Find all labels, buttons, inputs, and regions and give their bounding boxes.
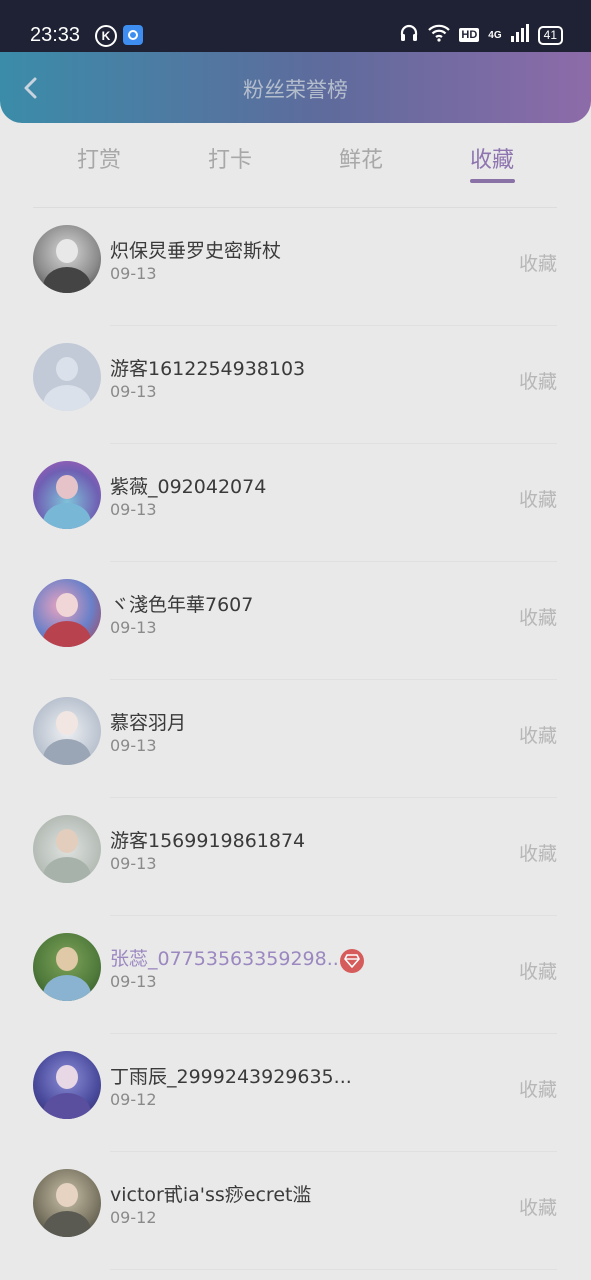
favorite-label: 收藏 bbox=[518, 843, 557, 865]
favorite-label: 收藏 bbox=[518, 607, 557, 629]
fan-date: 09-13 bbox=[110, 264, 157, 283]
fan-name: 游客1612254938103 bbox=[110, 358, 306, 380]
fan-date: 09-13 bbox=[110, 500, 157, 519]
favorite-label: 收藏 bbox=[518, 961, 557, 983]
blue-app-icon bbox=[123, 25, 143, 45]
tab-checkin[interactable]: 打卡 bbox=[208, 142, 252, 174]
avatar bbox=[33, 343, 101, 411]
fan-name: ヾ淺色年華7607 bbox=[110, 594, 254, 616]
fan-name: 慕容羽月 bbox=[110, 712, 187, 734]
list-item[interactable]: 丁雨辰_2999243929635... 09-12 收藏 bbox=[0, 1034, 591, 1152]
fan-date: 09-13 bbox=[110, 854, 157, 873]
fan-name: 游客1569919861874 bbox=[110, 830, 306, 852]
vip-diamond-icon bbox=[340, 949, 364, 973]
fan-name: 张蕊_07753563359298... bbox=[110, 948, 345, 970]
fan-name: 紫薇_092042074 bbox=[110, 476, 267, 498]
favorite-label: 收藏 bbox=[518, 253, 557, 275]
fan-date: 09-13 bbox=[110, 736, 157, 755]
divider bbox=[110, 1269, 557, 1270]
status-time: 23:33 bbox=[30, 24, 81, 46]
avatar bbox=[33, 579, 101, 647]
fan-date: 09-12 bbox=[110, 1090, 157, 1109]
favorite-label: 收藏 bbox=[518, 1197, 557, 1219]
fan-date: 09-13 bbox=[110, 972, 157, 991]
fan-date: 09-13 bbox=[110, 618, 157, 637]
list-item[interactable]: 游客1569919861874 09-13 收藏 bbox=[0, 798, 591, 916]
fan-date: 09-13 bbox=[110, 382, 157, 401]
wifi-icon bbox=[428, 24, 451, 46]
battery-indicator: 41 bbox=[537, 25, 563, 45]
hd-badge: HD bbox=[459, 28, 480, 42]
list-item[interactable]: 炽保炅垂罗史密斯杖 09-13 收藏 bbox=[0, 208, 591, 326]
fan-name: 丁雨辰_2999243929635... bbox=[110, 1066, 352, 1088]
favorite-label: 收藏 bbox=[518, 371, 557, 393]
list-item[interactable]: ヾ淺色年華7607 09-13 收藏 bbox=[0, 562, 591, 680]
avatar bbox=[33, 697, 101, 765]
avatar bbox=[33, 1051, 101, 1119]
list-item[interactable]: 紫薇_092042074 09-13 收藏 bbox=[0, 444, 591, 562]
list-item[interactable]: 慕容羽月 09-13 收藏 bbox=[0, 680, 591, 798]
list-item[interactable]: 张蕊_07753563359298... 09-13 收藏 bbox=[0, 916, 591, 1034]
active-tab-indicator bbox=[470, 179, 515, 183]
fan-name: victor甙ia'ss痧ecret滥 bbox=[110, 1184, 312, 1206]
avatar bbox=[33, 933, 101, 1001]
tab-flowers[interactable]: 鲜花 bbox=[339, 142, 383, 174]
network-type: 4G bbox=[488, 29, 502, 41]
list-item[interactable]: victor甙ia'ss痧ecret滥 09-12 收藏 bbox=[0, 1152, 591, 1270]
fan-list: 炽保炅垂罗史密斯杖 09-13 收藏 游客1612254938103 09-13… bbox=[0, 208, 591, 1270]
header-bar: 粉丝荣誉榜 bbox=[0, 52, 591, 123]
headphones-icon bbox=[399, 23, 419, 47]
avatar bbox=[33, 1169, 101, 1237]
status-bar: 23:33 K HD 4G 41 bbox=[0, 0, 591, 60]
fan-name: 炽保炅垂罗史密斯杖 bbox=[110, 240, 282, 262]
favorite-label: 收藏 bbox=[518, 489, 557, 511]
page-title: 粉丝荣誉榜 bbox=[243, 78, 348, 102]
avatar bbox=[33, 225, 101, 293]
favorite-label: 收藏 bbox=[518, 1079, 557, 1101]
avatar bbox=[33, 461, 101, 529]
signal-icon bbox=[510, 24, 529, 46]
tab-favorites[interactable]: 收藏 bbox=[470, 142, 514, 174]
avatar bbox=[33, 815, 101, 883]
fan-date: 09-12 bbox=[110, 1208, 157, 1227]
list-item[interactable]: 游客1612254938103 09-13 收藏 bbox=[0, 326, 591, 444]
tab-reward[interactable]: 打赏 bbox=[77, 142, 121, 174]
favorite-label: 收藏 bbox=[518, 725, 557, 747]
k-app-icon: K bbox=[95, 25, 117, 47]
